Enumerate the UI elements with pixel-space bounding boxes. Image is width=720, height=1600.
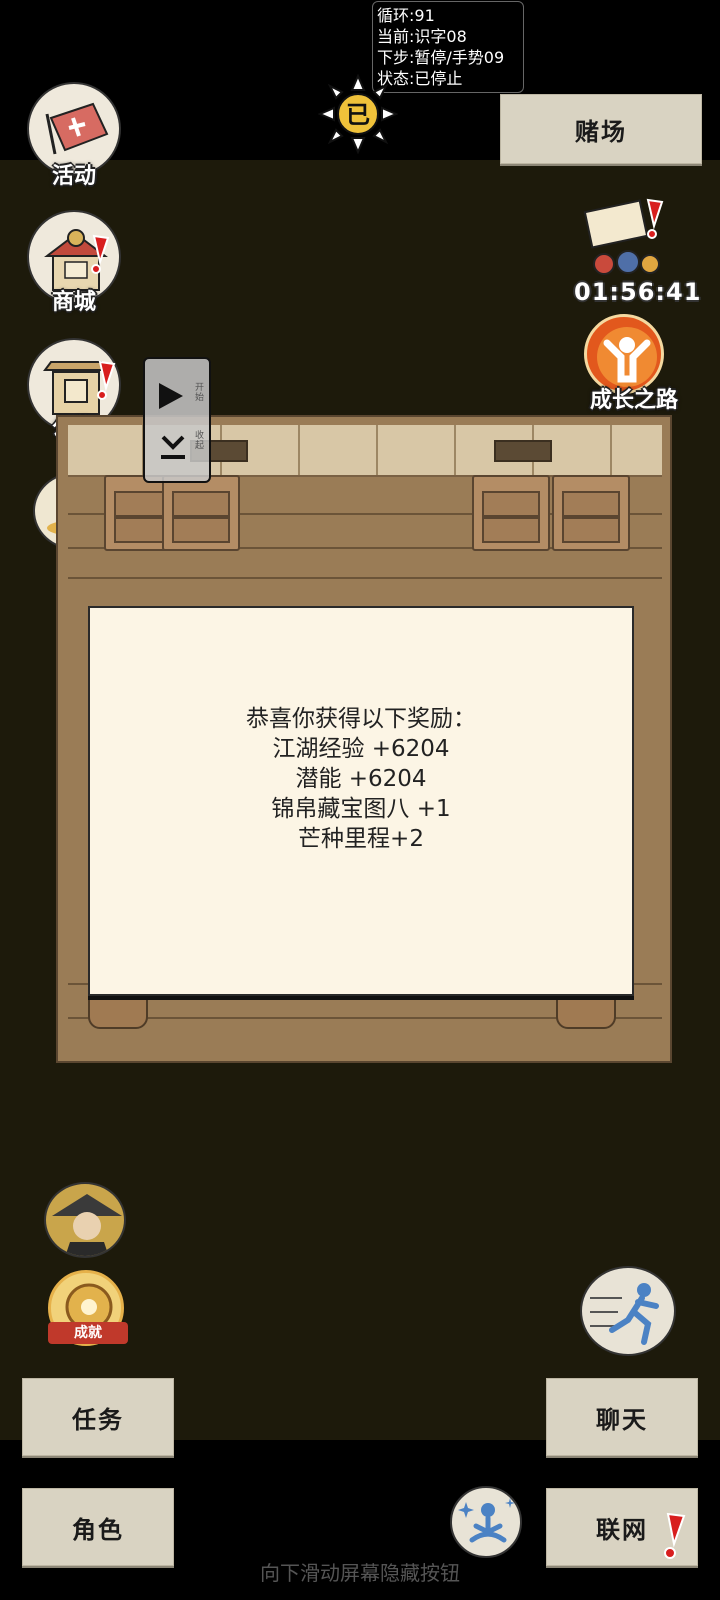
achievement-label[interactable]: 成就 <box>48 1322 128 1344</box>
character-button[interactable]: 角色 <box>22 1488 174 1566</box>
reward-item: 江湖经验 +6204 <box>272 736 450 762</box>
current-step: 当前:识字08 <box>377 27 467 46</box>
growth-path-label[interactable]: 成长之路 <box>574 382 694 414</box>
collapse-label: 收起 <box>195 431 205 451</box>
chat-button[interactable]: 聊天 <box>546 1378 698 1456</box>
sun-time-icon[interactable]: 已 <box>318 74 398 154</box>
character-avatar[interactable] <box>44 1182 126 1258</box>
notice-alert-icon <box>97 360 116 400</box>
online-alert-icon <box>664 1512 686 1559</box>
shop-alert-icon <box>91 234 110 274</box>
wall-vent <box>494 440 552 462</box>
reward-item: 锦帛藏宝图八 +1 <box>271 796 451 822</box>
collapse-icon[interactable] <box>159 433 187 465</box>
drawer-cabinet <box>162 475 240 551</box>
sprint-icon[interactable] <box>580 1266 676 1356</box>
activity-label[interactable]: 活动 <box>24 158 124 190</box>
start-label: 开始 <box>195 383 205 403</box>
reward-item: 芒种里程+2 <box>298 826 424 852</box>
hide-buttons-hint: 向下滑动屏幕隐藏按钮 <box>260 1561 460 1585</box>
sun-glyph: 已 <box>346 101 370 129</box>
shop-label[interactable]: 商城 <box>24 284 124 316</box>
floating-control-panel: 开始 收起 <box>143 357 211 483</box>
play-icon[interactable] <box>159 383 183 409</box>
reward-heading: 恭喜你获得以下奖励： <box>246 706 476 732</box>
loop-count: 循环:91 <box>377 6 435 25</box>
drawer-cabinet <box>472 475 550 551</box>
casino-button[interactable]: 赌场 <box>500 94 702 164</box>
promo-sale-icon[interactable] <box>580 196 676 278</box>
reward-dialog[interactable]: 恭喜你获得以下奖励： 江湖经验 +6204 潜能 +6204 锦帛藏宝图八 +1… <box>88 606 634 996</box>
tasks-button[interactable]: 任务 <box>22 1378 174 1456</box>
reward-item: 潜能 +6204 <box>295 766 427 792</box>
run-state: 状态:已停止 <box>377 69 463 88</box>
promo-countdown: 01:56:41 <box>574 278 702 306</box>
meditation-icon[interactable] <box>450 1486 522 1558</box>
next-step: 下步:暂停/手势09 <box>377 48 505 67</box>
drawer-cabinet <box>552 475 630 551</box>
